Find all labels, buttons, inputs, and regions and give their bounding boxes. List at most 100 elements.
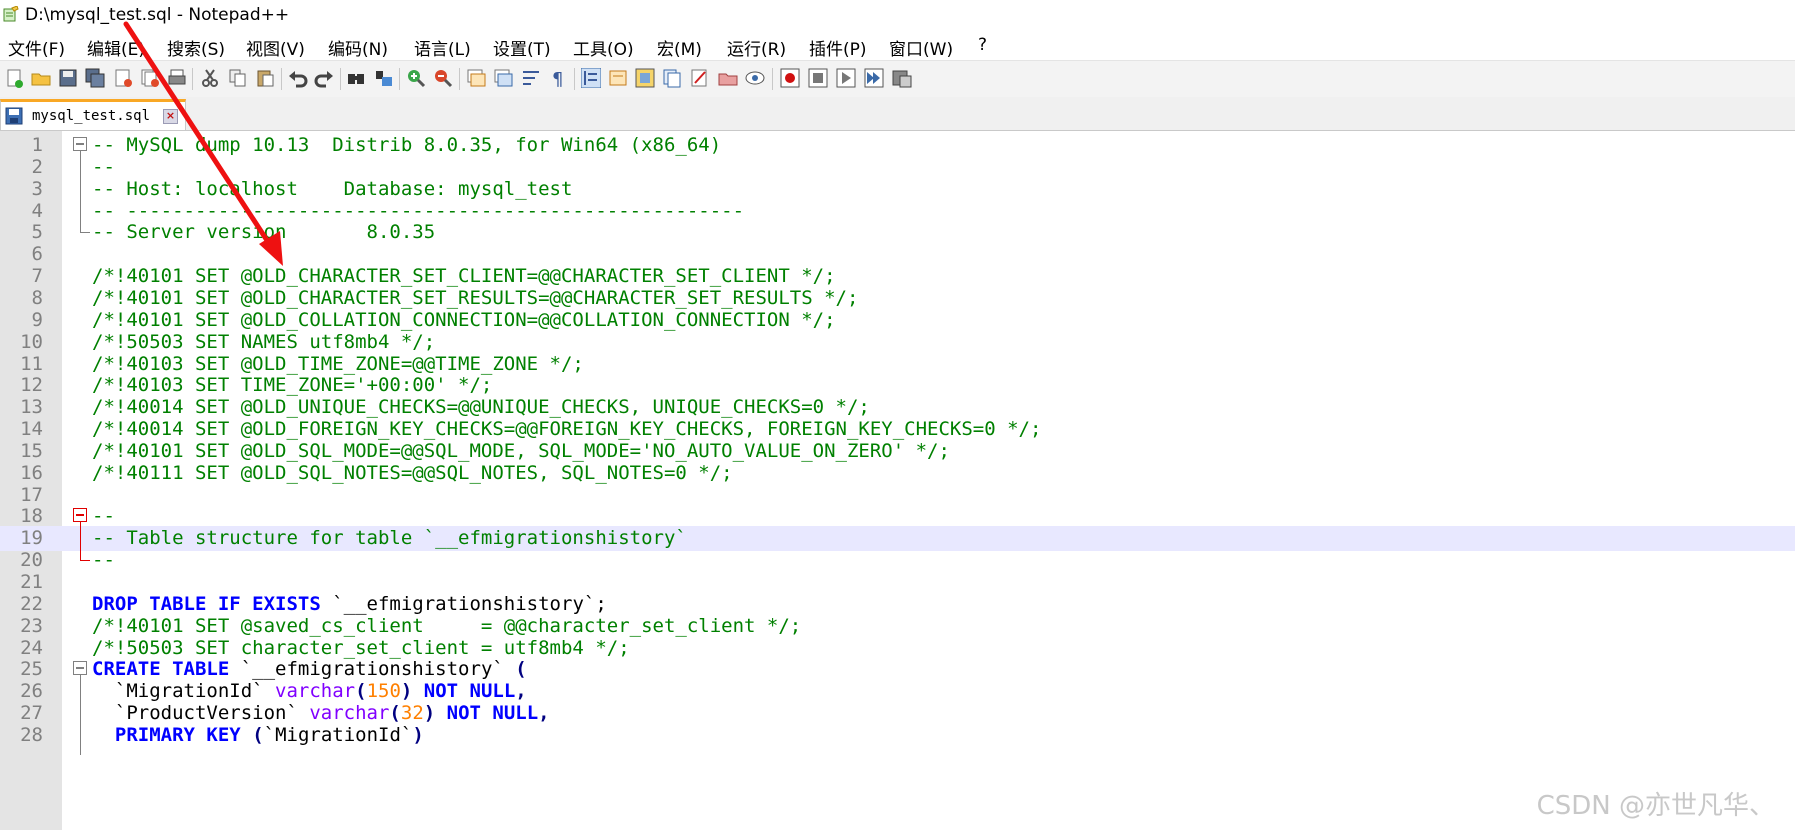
token-cmt: -- Host: localhost Database: mysql_test xyxy=(92,177,573,200)
user-language-icon[interactable] xyxy=(608,68,628,88)
close-all-icon[interactable] xyxy=(140,68,160,88)
find-icon[interactable] xyxy=(346,68,366,88)
menu-item-4[interactable]: 编码(N) xyxy=(328,35,388,60)
redo-icon[interactable] xyxy=(314,68,334,88)
menu-bar: 文件(F) 编辑(E) 搜索(S) 视图(V) 编码(N) 语言(L) 设置(T) 工具(O)… xyxy=(0,30,1795,60)
fold-guide-line xyxy=(80,675,81,756)
function-list-icon[interactable] xyxy=(662,68,682,88)
replace-icon[interactable] xyxy=(374,68,394,88)
window-title: D:\mysql_test.sql - Notepad++ xyxy=(25,5,290,25)
toolbar-separator xyxy=(281,68,282,90)
tab-mysql-test-sql[interactable]: mysql_test.sql × xyxy=(0,99,186,130)
title-bar: D:\mysql_test.sql - Notepad++ xyxy=(0,0,1795,30)
saved-file-icon xyxy=(5,107,23,125)
token-type: varchar xyxy=(275,680,356,703)
stop-macro-icon[interactable] xyxy=(808,68,828,88)
code-line[interactable]: 28 PRIMARY KEY (`MigrationId`) xyxy=(0,723,1795,748)
token-op: ) xyxy=(412,723,424,746)
token-cmt: /*!40014 SET @OLD_FOREIGN_KEY_CHECKS=@@F… xyxy=(92,418,1042,441)
paste-icon[interactable] xyxy=(255,68,275,88)
cut-icon[interactable] xyxy=(200,68,220,88)
doc-map-icon[interactable] xyxy=(635,68,655,88)
toolbar-separator xyxy=(459,68,460,90)
toolbar: ¶ xyxy=(0,60,1795,98)
menu-item-1[interactable]: 编辑(E) xyxy=(87,35,145,60)
token-op: ( xyxy=(355,680,367,703)
menu-item-11[interactable]: 窗口(W) xyxy=(889,35,953,60)
token-cmt: -- Table structure for table `__efmigrat… xyxy=(92,527,687,550)
fold-toggle-icon[interactable] xyxy=(73,508,87,523)
token-cmt: /*!50503 SET character_set_client = utf8… xyxy=(92,636,630,659)
menu-item-6[interactable]: 设置(T) xyxy=(493,35,551,60)
token-cmt: -- xyxy=(92,549,115,572)
undo-icon[interactable] xyxy=(288,68,308,88)
fold-end-marker xyxy=(80,232,90,234)
token-cmt: /*!40101 SET @OLD_COLLATION_CONNECTION=@… xyxy=(92,308,836,331)
tab-bar: mysql_test.sql × xyxy=(0,97,1795,131)
toolbar-separator xyxy=(399,68,400,90)
doc-list-icon[interactable] xyxy=(745,68,765,88)
copy-icon[interactable] xyxy=(228,68,248,88)
token-cmt: /*!40014 SET @OLD_UNIQUE_CHECKS=@@UNIQUE… xyxy=(92,396,870,419)
token-def: `MigrationId` xyxy=(263,723,413,746)
token-op: ) xyxy=(400,680,413,703)
token-cmt: -- xyxy=(92,505,115,528)
menu-item-10[interactable]: 插件(P) xyxy=(809,35,867,60)
editor[interactable]: 1 -- MySQL dump 10.13 Distrib 8.0.35, for… xyxy=(0,131,1795,830)
code-text: PRIMARY KEY (`MigrationId`) xyxy=(92,723,424,748)
record-macro-icon[interactable] xyxy=(780,68,800,88)
sync-vertical-icon[interactable] xyxy=(466,68,486,88)
token-def: `__efmigrationshistory`; xyxy=(320,592,607,615)
token-def xyxy=(241,724,252,746)
token-kw: NOT NULL xyxy=(412,680,516,703)
menu-item-9[interactable]: 运行(R) xyxy=(727,35,786,60)
token-cmt: /*!40103 SET TIME_ZONE='+00:00' */; xyxy=(92,374,493,397)
monitoring-icon[interactable] xyxy=(718,68,738,88)
save-icon[interactable] xyxy=(58,68,78,88)
token-kw: NOT NULL xyxy=(435,702,539,725)
save-all-icon[interactable] xyxy=(85,68,105,88)
tab-close-icon[interactable]: × xyxy=(163,109,178,124)
menu-item-0[interactable]: 文件(F) xyxy=(8,35,65,60)
zoom-out-icon[interactable] xyxy=(433,68,453,88)
indent-guide-icon[interactable] xyxy=(581,68,601,88)
svg-text:¶: ¶ xyxy=(552,69,563,88)
token-cmt: /*!40101 SET @OLD_CHARACTER_SET_RESULTS=… xyxy=(92,286,859,309)
fold-toggle-icon[interactable] xyxy=(73,661,87,676)
fold-guide-line xyxy=(80,522,81,561)
token-cmt: /*!40101 SET @OLD_SQL_MODE=@@SQL_MODE, S… xyxy=(92,439,950,462)
word-wrap-icon[interactable] xyxy=(521,68,541,88)
token-cmt: /*!40103 SET @OLD_TIME_ZONE=@@TIME_ZONE … xyxy=(92,352,584,375)
menu-item-3[interactable]: 视图(V) xyxy=(246,35,305,60)
token-op: ( xyxy=(389,702,401,725)
token-cmt: -- -------------------------------------… xyxy=(92,199,745,222)
token-def: `MigrationId` xyxy=(92,680,276,703)
close-icon[interactable] xyxy=(113,68,133,88)
menu-item-5[interactable]: 语言(L) xyxy=(414,35,471,60)
token-kw: PRIMARY KEY xyxy=(114,723,241,746)
play-macro-icon[interactable] xyxy=(836,68,856,88)
menu-item-2[interactable]: 搜索(S) xyxy=(167,35,225,60)
menu-item-12[interactable]: ? xyxy=(978,35,987,55)
token-def: `__efmigrationshistory` xyxy=(229,658,516,681)
show-all-chars-icon[interactable]: ¶ xyxy=(548,68,568,88)
toolbar-separator xyxy=(340,68,341,90)
menu-item-7[interactable]: 工具(O) xyxy=(573,35,634,60)
token-op: ( xyxy=(252,723,264,746)
token-op: ( xyxy=(515,658,527,681)
menu-item-8[interactable]: 宏(M) xyxy=(657,35,702,60)
new-file-icon[interactable] xyxy=(4,68,24,88)
token-op: ) xyxy=(423,702,436,725)
sync-horizontal-icon[interactable] xyxy=(493,68,513,88)
token-cmt: /*!50503 SET NAMES utf8mb4 */; xyxy=(92,330,436,353)
fold-toggle-icon[interactable] xyxy=(73,137,87,151)
zoom-in-icon[interactable] xyxy=(406,68,426,88)
token-cmt: -- MySQL dump 10.13 Distrib 8.0.35, for … xyxy=(92,134,722,156)
run-macro-multiple-icon[interactable] xyxy=(864,68,884,88)
open-file-icon[interactable] xyxy=(31,68,51,88)
save-macro-icon[interactable] xyxy=(892,68,912,88)
print-icon[interactable] xyxy=(167,68,187,88)
token-kw: CREATE TABLE xyxy=(92,658,230,681)
folder-workspace-icon[interactable] xyxy=(690,68,710,88)
token-cmt: /*!40111 SET @OLD_SQL_NOTES=@@SQL_NOTES,… xyxy=(92,461,733,484)
